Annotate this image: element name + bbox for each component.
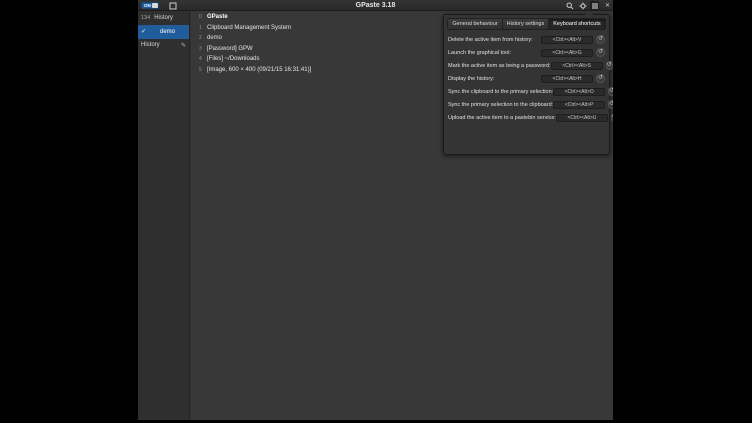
gear-icon	[579, 2, 587, 10]
shortcut-value-field[interactable]	[541, 36, 593, 44]
shortcut-value-field[interactable]	[541, 49, 593, 57]
settings-tabs: General behaviour History settings Keybo…	[444, 18, 609, 30]
shortcut-row: Display the history: ↺	[444, 72, 609, 85]
shortcut-row: Upload the active item to a pastebin ser…	[444, 111, 609, 124]
shortcut-row: Launch the graphical tool: ↺	[444, 46, 609, 59]
item-index: 0	[199, 14, 203, 20]
check-icon: ✓	[141, 29, 146, 35]
demo-name-label: demo	[149, 29, 186, 35]
gpaste-window: ON GPaste 3.18	[138, 0, 613, 420]
shortcut-label: Display the history:	[448, 76, 541, 82]
popover-arrow	[585, 11, 593, 15]
reset-shortcut-button[interactable]: ↺	[608, 100, 613, 109]
settings-button[interactable]	[578, 1, 587, 10]
shortcut-label: Upload the active item to a pastebin ser…	[448, 115, 556, 121]
reset-shortcut-button[interactable]: ↺	[596, 35, 605, 44]
shortcut-row: Sync the clipboard to the primary select…	[444, 85, 609, 98]
search-button[interactable]	[565, 1, 574, 10]
sidebar-item-history[interactable]: 134 History	[138, 11, 189, 25]
shortcut-value-field[interactable]	[553, 88, 605, 96]
desktop-background: ON GPaste 3.18	[0, 0, 752, 423]
item-text: Clipboard Management System	[207, 25, 291, 31]
headerbar: ON GPaste 3.18	[138, 0, 613, 11]
shortcut-rows: Delete the active item from history: ↺ L…	[444, 33, 609, 124]
history-sidebar: 134 History ✓ demo History ✎	[138, 11, 190, 420]
shortcut-label: Sync the clipboard to the primary select…	[448, 89, 553, 95]
shortcut-value-field[interactable]	[556, 114, 608, 122]
shortcut-row: Sync the primary selection to the clipbo…	[444, 98, 609, 111]
sidebar-item-demo[interactable]: ✓ demo	[138, 25, 189, 39]
item-text: [Files] ~/Downloads	[207, 56, 260, 62]
item-text: [Password] GPW	[207, 46, 253, 52]
item-index: 3	[199, 46, 203, 52]
shortcut-label: Sync the primary selection to the clipbo…	[448, 102, 553, 108]
reset-shortcut-button[interactable]: ↺	[596, 48, 605, 57]
shortcut-value-field[interactable]	[553, 101, 605, 109]
edit-pencil-icon: ✎	[181, 42, 186, 49]
menu-button[interactable]	[590, 1, 599, 10]
shortcut-label: Mark the active item as being a password…	[448, 63, 551, 69]
tab-keyboard-shortcuts[interactable]: Keyboard shortcuts	[549, 18, 605, 30]
shortcut-value-field[interactable]	[551, 62, 603, 70]
reset-shortcut-button[interactable]: ↺	[596, 74, 605, 83]
item-index: 1	[199, 25, 203, 31]
shortcut-label: Launch the graphical tool:	[448, 50, 541, 56]
search-icon	[566, 2, 574, 10]
history-name-label: History	[154, 15, 173, 21]
settings-popover: General behaviour History settings Keybo…	[443, 14, 610, 155]
close-button[interactable]: ✕	[603, 1, 612, 10]
reset-shortcut-button[interactable]: ↺	[611, 113, 613, 122]
shortcut-value-field[interactable]	[541, 75, 593, 83]
shortcut-row: Delete the active item from history: ↺	[444, 33, 609, 46]
window-title: GPaste 3.18	[138, 0, 613, 11]
shortcut-row: Mark the active item as being a password…	[444, 59, 609, 72]
reset-shortcut-button[interactable]: ↺	[608, 87, 613, 96]
item-index: 4	[199, 56, 203, 62]
item-text: GPaste	[207, 14, 228, 20]
item-text: [Image, 600 × 400 (09/21/15 16:31:41)]	[207, 67, 311, 73]
item-index: 2	[199, 35, 203, 41]
tab-history-settings[interactable]: History settings	[503, 18, 550, 30]
sidebar-history-edit-row[interactable]: History ✎	[138, 39, 189, 51]
reset-shortcut-button[interactable]: ↺	[606, 61, 613, 70]
item-text: demo	[207, 35, 222, 41]
shortcut-label: Delete the active item from history:	[448, 37, 541, 43]
history-count-badge: 134	[141, 15, 150, 21]
menu-icon	[591, 2, 599, 10]
item-index: 5	[199, 67, 203, 73]
tab-general-behaviour[interactable]: General behaviour	[447, 18, 502, 30]
edit-row-label: History	[141, 42, 160, 48]
